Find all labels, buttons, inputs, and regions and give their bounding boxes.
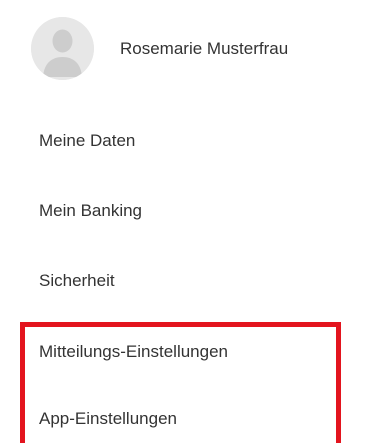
avatar[interactable] [31, 17, 94, 80]
settings-menu-page: Rosemarie Musterfrau Meine Daten Mein Ba… [0, 0, 365, 443]
menu-item-mein-banking[interactable]: Mein Banking [39, 201, 142, 221]
user-profile-header[interactable]: Rosemarie Musterfrau [31, 17, 288, 80]
menu-item-meine-daten[interactable]: Meine Daten [39, 131, 135, 151]
user-avatar-placeholder-icon [31, 17, 94, 80]
menu-item-sicherheit[interactable]: Sicherheit [39, 271, 115, 291]
menu-item-app-einstellungen[interactable]: App-Einstellungen [39, 409, 177, 429]
user-name: Rosemarie Musterfrau [120, 38, 289, 58]
menu-item-mitteilungs-einstellungen[interactable]: Mitteilungs-Einstellungen [39, 342, 228, 362]
